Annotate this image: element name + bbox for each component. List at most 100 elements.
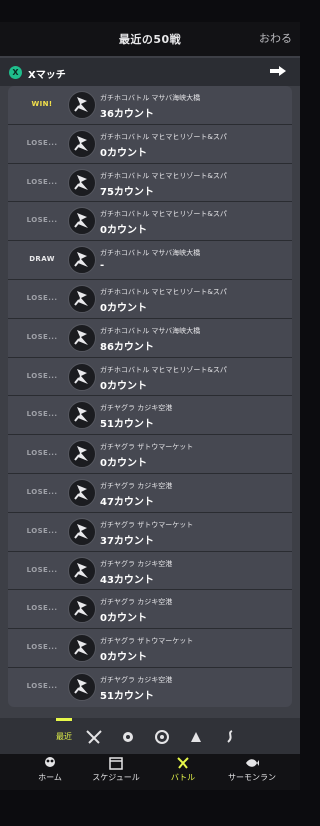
battle-icon — [177, 757, 189, 769]
battle-count: 75カウント — [100, 186, 154, 198]
battle-result: LOSE... — [26, 449, 58, 458]
header: 最近の50戦 おわる — [0, 22, 300, 56]
battle-result: LOSE... — [26, 371, 58, 380]
filter-recent-tab[interactable]: 最近 — [52, 731, 76, 749]
battle-count: 0カウント — [100, 147, 147, 159]
battle-result: LOSE... — [26, 177, 58, 186]
battle-stage: ガチヤグラ カジキ空港 — [100, 559, 173, 568]
private-filter-icon[interactable] — [221, 728, 239, 746]
weapon-icon — [68, 207, 96, 236]
battle-stage: ガチヤグラ ザトウマーケット — [100, 443, 194, 452]
close-button[interactable]: おわる — [259, 30, 292, 46]
battle-row[interactable]: LOSE... ガチヤグラ ザトウマーケット 0カウント — [8, 629, 292, 668]
weapon-icon — [68, 672, 96, 701]
battle-result: LOSE... — [26, 526, 58, 535]
nav-battle-label: バトル — [170, 773, 196, 782]
weapon-icon — [68, 401, 96, 430]
page-title: 最近の50戦 — [118, 33, 182, 46]
battle-count: 0カウント — [100, 380, 147, 392]
weapon-icon — [68, 323, 96, 352]
battle-stage: ガチホコバトル マサバ海峡大橋 — [100, 326, 201, 335]
battle-stage: ガチヤグラ カジキ空港 — [100, 598, 173, 607]
battle-result: LOSE... — [26, 410, 58, 419]
mode-bar: X Xマッチ — [0, 58, 300, 86]
battle-count: 37カウント — [100, 535, 154, 547]
battle-stage: ガチヤグラ ザトウマーケット — [100, 520, 194, 529]
battle-stage: ガチホコバトル マヒマヒリゾート&スパ — [100, 287, 227, 296]
weapon-icon — [68, 91, 96, 119]
battle-row[interactable]: DRAW ガチホコバトル マサバ海峡大橋 - — [8, 241, 292, 280]
bankara-filter-icon[interactable] — [119, 728, 137, 746]
battle-stage: ガチホコバトル マサバ海峡大橋 — [100, 94, 201, 102]
xmatch-filter-icon[interactable] — [153, 728, 171, 746]
battle-row[interactable]: LOSE... ガチヤグラ ザトウマーケット 37カウント — [8, 512, 292, 552]
battle-stage: ガチホコバトル マヒマヒリゾート&スパ — [100, 132, 227, 141]
nav-schedule-label: スケジュール — [92, 773, 140, 782]
battle-result: LOSE... — [26, 332, 58, 341]
battle-result: LOSE... — [26, 487, 58, 496]
battle-row[interactable]: LOSE... ガチホコバトル マヒマヒリゾート&スパ 0カウント — [8, 279, 292, 319]
battle-result: LOSE... — [26, 216, 58, 225]
battle-row[interactable]: LOSE... ガチヤグラ カジキ空港 51カウント — [8, 396, 292, 436]
battle-count: 43カウント — [100, 574, 154, 586]
battle-result: LOSE... — [26, 565, 58, 574]
battle-row[interactable]: LOSE... ガチヤグラ カジキ空港 47カウント — [8, 473, 292, 513]
battle-row[interactable]: LOSE... ガチヤグラ カジキ空港 0カウント — [8, 590, 292, 630]
battle-row[interactable]: LOSE... ガチヤグラ ザトウマーケット 0カウント — [8, 435, 292, 474]
battle-row[interactable]: LOSE... ガチヤグラ カジキ空港 43カウント — [8, 551, 292, 591]
battle-result: LOSE... — [26, 643, 58, 652]
battle-stage: ガチヤグラ ザトウマーケット — [100, 637, 194, 646]
battle-row[interactable]: LOSE... ガチホコバトル マヒマヒリゾート&スパ 0カウント — [8, 124, 292, 164]
weapon-icon — [68, 129, 96, 158]
battle-result: LOSE... — [26, 604, 58, 613]
nav-salmon-label: サーモンラン — [228, 773, 276, 782]
battle-result: LOSE... — [26, 681, 58, 690]
battle-count: 86カウント — [100, 341, 154, 353]
battle-count: 51カウント — [100, 690, 154, 702]
battle-stage: ガチヤグラ カジキ空港 — [100, 675, 173, 684]
weapon-icon — [68, 284, 96, 313]
battle-count: 0カウント — [100, 652, 147, 664]
weapon-icon — [68, 595, 96, 624]
calendar-icon — [109, 757, 123, 770]
weapon-icon — [68, 478, 96, 507]
battle-row[interactable]: WIN! ガチホコバトル マサバ海峡大橋 36カウント — [8, 86, 292, 125]
battle-result: DRAW — [29, 255, 55, 264]
x-match-icon: X — [9, 66, 22, 79]
arrow-right-icon[interactable] — [270, 66, 286, 76]
battle-row[interactable]: LOSE... ガチホコバトル マサバ海峡大橋 86カウント — [8, 318, 292, 358]
footer-background — [0, 790, 300, 826]
filter-bar: 最近 — [0, 718, 300, 754]
home-icon — [45, 757, 55, 767]
mode-label: Xマッチ — [28, 70, 66, 81]
regular-battle-filter-icon[interactable] — [85, 728, 103, 746]
battle-row[interactable]: LOSE... ガチホコバトル マヒマヒリゾート&スパ 0カウント — [8, 202, 292, 242]
weapon-icon — [68, 517, 96, 546]
battle-list: WIN! ガチホコバトル マサバ海峡大橋 36カウント LOSE... ガチホコバトル … — [8, 86, 292, 707]
weapon-icon — [68, 168, 96, 197]
battle-stage: ガチホコバトル マヒマヒリゾート&スパ — [100, 365, 227, 374]
nav-schedule[interactable]: スケジュール — [88, 756, 144, 783]
battle-result: WIN! — [31, 100, 53, 108]
battle-result: LOSE... — [26, 138, 58, 147]
battle-count: 0カウント — [100, 458, 147, 470]
battle-row[interactable]: LOSE... ガチホコバトル マヒマヒリゾート&スパ 75カウント — [8, 163, 292, 203]
battle-result: LOSE... — [26, 293, 58, 302]
active-filter-indicator — [56, 718, 72, 721]
event-filter-icon[interactable] — [187, 728, 205, 746]
salmon-icon — [246, 759, 259, 767]
nav-home[interactable]: ホーム — [36, 756, 64, 783]
battle-count: 36カウント — [100, 109, 154, 120]
weapon-icon — [68, 634, 96, 663]
battle-row[interactable]: LOSE... ガチヤグラ カジキ空港 51カウント — [8, 667, 292, 707]
weapon-icon — [68, 362, 96, 391]
bottom-nav: ホーム スケジュール バトル サーモンラン — [0, 754, 300, 790]
battle-count: 47カウント — [100, 496, 154, 508]
battle-stage: ガチホコバトル マヒマヒリゾート&スパ — [100, 171, 227, 180]
nav-salmon-run[interactable]: サーモンラン — [222, 756, 282, 783]
nav-battle[interactable]: バトル — [167, 756, 199, 783]
battle-stage: ガチヤグラ カジキ空港 — [100, 404, 173, 413]
nav-home-label: ホーム — [38, 773, 62, 782]
battle-row[interactable]: LOSE... ガチホコバトル マヒマヒリゾート&スパ 0カウント — [8, 357, 292, 397]
battle-stage: ガチホコバトル マサバ海峡大橋 — [100, 249, 201, 258]
